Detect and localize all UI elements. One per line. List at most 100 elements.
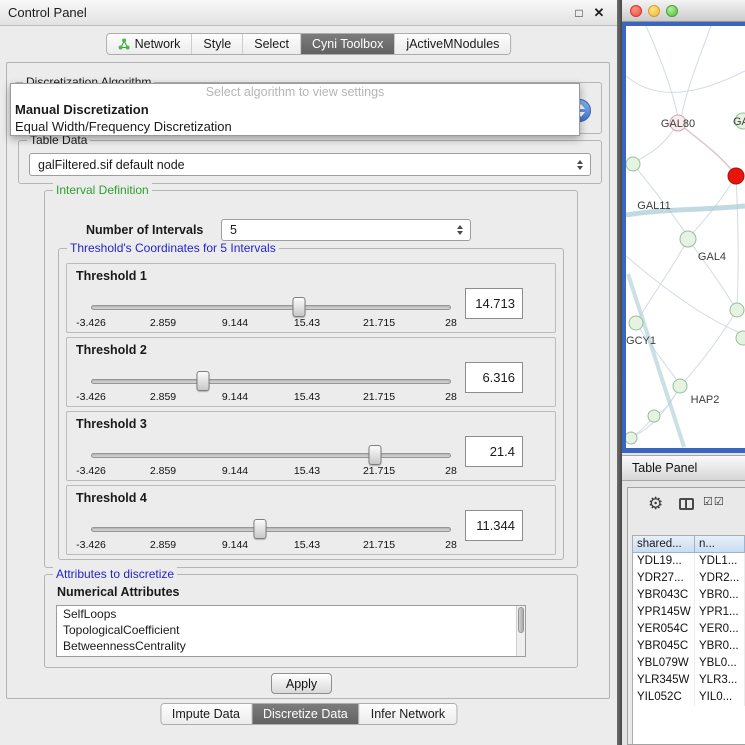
cell[interactable]: YPR1... xyxy=(695,604,745,621)
network-node[interactable] xyxy=(626,157,640,171)
network-node-selected[interactable] xyxy=(728,168,744,184)
network-node[interactable] xyxy=(626,432,637,444)
cell[interactable]: YDL1... xyxy=(695,553,745,570)
tick-label: 9.144 xyxy=(222,539,248,551)
slider-handle[interactable] xyxy=(369,445,382,465)
network-canvas[interactable]: GAL80 GAL11 GAL4 GCY1 HAP2 GA xyxy=(626,26,745,448)
slider-scale: -3.426 2.859 9.144 15.43 21.715 28 xyxy=(91,317,451,329)
tab-select[interactable]: Select xyxy=(243,34,301,54)
tick-label: -3.426 xyxy=(76,317,106,329)
slider-track[interactable] xyxy=(91,527,451,532)
threshold-1-value-field[interactable]: 14.713 xyxy=(465,288,523,319)
cell[interactable]: YBL079W xyxy=(633,655,695,672)
column-header-shared-name[interactable]: shared... xyxy=(633,536,695,553)
threshold-4-value-field[interactable]: 11.344 xyxy=(465,510,523,541)
select-columns-icon[interactable]: ☑☑ xyxy=(703,495,725,508)
cell[interactable]: YDR2... xyxy=(695,570,745,587)
threshold-2-value-field[interactable]: 6.316 xyxy=(465,362,523,393)
network-window-titlebar[interactable] xyxy=(622,0,745,22)
numerical-attributes-list[interactable]: SelfLoops TopologicalCoefficient Between… xyxy=(56,605,526,657)
threshold-1-slider[interactable] xyxy=(91,296,451,318)
table-row[interactable]: YDR27... YDR2... xyxy=(633,570,745,587)
zoom-button[interactable] xyxy=(666,5,678,17)
table-row[interactable]: YDL19... YDL1... xyxy=(633,553,745,570)
tick-label: 15.43 xyxy=(294,317,320,329)
slider-handle[interactable] xyxy=(254,519,267,539)
table-row[interactable]: YBR045C YBR0... xyxy=(633,638,745,655)
network-graph[interactable]: GAL80 GAL11 GAL4 GCY1 HAP2 GA xyxy=(626,26,745,448)
threshold-3-panel: Threshold 3 -3.426 2.859 9.144 15.43 21.… xyxy=(66,411,556,481)
tab-infer-network[interactable]: Infer Network xyxy=(360,704,456,724)
dropdown-option-equal-width-frequency[interactable]: Equal Width/Frequency Discretization xyxy=(11,118,579,135)
cell[interactable]: YBR045C xyxy=(633,638,695,655)
table-row[interactable]: YER054C YER0... xyxy=(633,621,745,638)
tab-discretize-data[interactable]: Discretize Data xyxy=(252,704,360,724)
tick-label: 15.43 xyxy=(294,391,320,403)
cell[interactable]: YER0... xyxy=(695,621,745,638)
slider-track[interactable] xyxy=(91,379,451,384)
network-node[interactable] xyxy=(730,303,744,317)
network-node[interactable] xyxy=(736,331,745,345)
network-node-labels: GAL80 GAL11 GAL4 GCY1 HAP2 GA xyxy=(626,116,745,406)
slider-handle[interactable] xyxy=(292,297,305,317)
network-node[interactable] xyxy=(629,316,643,330)
cell[interactable]: YBR043C xyxy=(633,587,695,604)
cell[interactable]: YDL19... xyxy=(633,553,695,570)
table-row[interactable]: YIL052C YIL0... xyxy=(633,689,745,706)
float-window-icon[interactable]: □ xyxy=(571,5,587,21)
cell[interactable]: YBL0... xyxy=(695,655,745,672)
tick-label: 9.144 xyxy=(222,317,248,329)
network-node[interactable] xyxy=(648,410,660,422)
network-nodes[interactable] xyxy=(626,113,745,444)
gear-icon[interactable]: ⚙ xyxy=(648,492,663,516)
list-scrollbar[interactable] xyxy=(516,606,525,656)
tab-network[interactable]: Network xyxy=(107,34,193,54)
number-of-intervals-combobox[interactable]: 5 xyxy=(221,219,471,241)
cell[interactable]: YIL052C xyxy=(633,689,695,706)
cell[interactable]: YBR0... xyxy=(695,587,745,604)
tab-cyni-toolbox[interactable]: Cyni Toolbox xyxy=(301,34,395,54)
minimize-button[interactable] xyxy=(648,5,660,17)
slider-handle[interactable] xyxy=(196,371,209,391)
cell[interactable]: YIL0... xyxy=(695,689,745,706)
table-row[interactable]: YLR345W YLR3... xyxy=(633,672,745,689)
slider-track[interactable] xyxy=(91,305,451,310)
cell[interactable]: YLR345W xyxy=(633,672,695,689)
table-row[interactable]: YBR043C YBR0... xyxy=(633,587,745,604)
table-panel-header[interactable]: Table Panel xyxy=(622,455,745,481)
tick-label: -3.426 xyxy=(76,465,106,477)
cell[interactable]: YER054C xyxy=(633,621,695,638)
list-item[interactable]: BetweennessCentrality xyxy=(57,638,525,654)
columns-icon[interactable] xyxy=(679,498,694,510)
table-row[interactable]: YPR145W YPR1... xyxy=(633,604,745,621)
combo-value: galFiltered.sif default node xyxy=(38,154,185,175)
close-button[interactable] xyxy=(630,5,642,17)
threshold-3-value-field[interactable]: 21.4 xyxy=(465,436,523,467)
cell[interactable]: YDR27... xyxy=(633,570,695,587)
slider-track[interactable] xyxy=(91,453,451,458)
threshold-4-slider[interactable] xyxy=(91,518,451,540)
cell[interactable]: YLR3... xyxy=(695,672,745,689)
dropdown-option-manual-discretization[interactable]: Manual Discretization xyxy=(11,101,579,118)
apply-button[interactable]: Apply xyxy=(271,673,332,694)
tick-label: 21.715 xyxy=(363,539,395,551)
list-item[interactable]: TopologicalCoefficient xyxy=(57,622,525,638)
threshold-3-slider[interactable] xyxy=(91,444,451,466)
list-item[interactable]: SelfLoops xyxy=(57,606,525,622)
table-data-combobox[interactable]: galFiltered.sif default node xyxy=(29,153,591,176)
table-row[interactable]: YBL079W YBL0... xyxy=(633,655,745,672)
network-node[interactable] xyxy=(680,231,696,247)
close-icon[interactable]: ✕ xyxy=(591,5,607,21)
tick-label: 21.715 xyxy=(363,317,395,329)
tab-jactivemodules[interactable]: jActiveMNodules xyxy=(395,34,510,54)
threshold-2-slider[interactable] xyxy=(91,370,451,392)
scrollbar-thumb[interactable] xyxy=(518,607,524,633)
network-node[interactable] xyxy=(673,379,687,393)
group-title: Interval Definition xyxy=(53,183,152,197)
tab-label: Style xyxy=(203,37,231,51)
tab-impute-data[interactable]: Impute Data xyxy=(161,704,252,724)
cell[interactable]: YBR0... xyxy=(695,638,745,655)
tab-style[interactable]: Style xyxy=(192,34,243,54)
column-header-name[interactable]: n... xyxy=(695,536,745,553)
cell[interactable]: YPR145W xyxy=(633,604,695,621)
